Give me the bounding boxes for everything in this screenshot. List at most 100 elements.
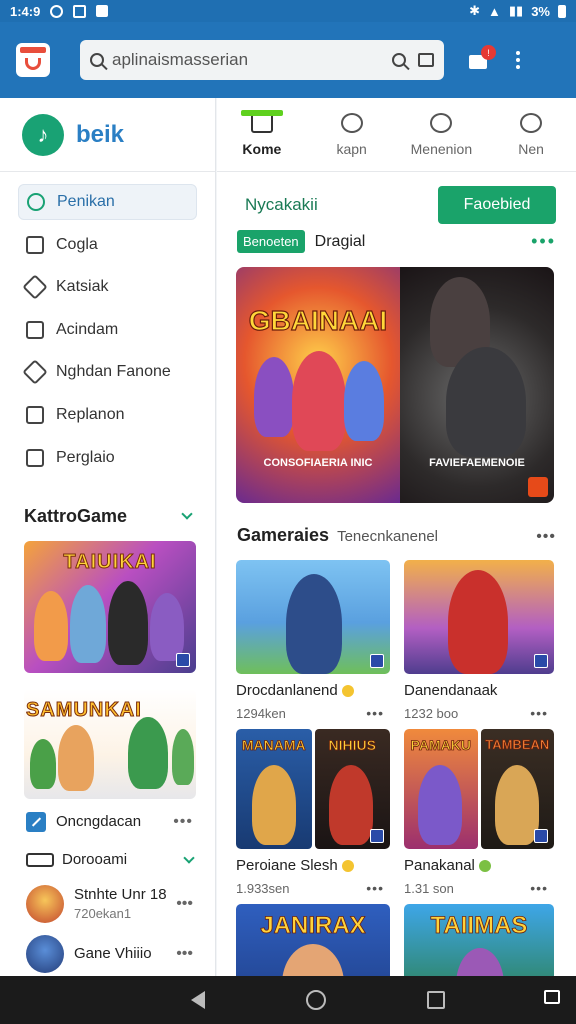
recents-icon[interactable]: [427, 991, 446, 1009]
lock-icon[interactable]: [544, 990, 560, 1004]
more-options-icon[interactable]: •••: [530, 880, 548, 896]
character-image: [30, 738, 56, 789]
game-card[interactable]: PAMAKU TAMBEAN Panakanal 1.31 son •••: [404, 729, 554, 896]
sidebar-item-nghdan-fanone[interactable]: Nghdan Fanone: [18, 354, 197, 390]
more-options-icon[interactable]: •••: [536, 528, 556, 546]
sidebar-row[interactable]: Oncngdacan •••: [0, 807, 215, 837]
friend-item[interactable]: Stnhte Unr 18 720ekan1 •••: [0, 884, 215, 923]
search-placeholder: aplinaismasserian: [112, 50, 249, 69]
game-thumbnail: [404, 560, 554, 674]
sidebar-row[interactable]: Dorooami: [0, 845, 215, 875]
game-thumbnail: MANAMA NIHIUS: [236, 729, 390, 849]
shopping-bag-icon[interactable]: [16, 43, 50, 77]
verified-icon: [341, 684, 354, 697]
battery-level: 3%: [531, 3, 550, 19]
more-options-icon[interactable]: •••: [531, 231, 556, 252]
home-button-icon[interactable]: [305, 990, 326, 1010]
music-note-icon: ♪: [22, 113, 64, 156]
art-title: TAIIMAS: [430, 912, 528, 940]
friend-name: Stnhte Unr 18: [74, 886, 167, 904]
more-options-icon[interactable]: •••: [366, 880, 384, 896]
character-image: [108, 580, 148, 665]
game-art-left: MANAMA: [236, 729, 312, 849]
side-game-card[interactable]: SAMUNKAI: [24, 688, 196, 799]
game-card[interactable]: Drocdanlanend 1294ken •••: [236, 560, 390, 721]
sidebar-item-acindam[interactable]: Acindam: [18, 312, 197, 348]
side-game-card[interactable]: TAIUIKAI: [24, 540, 196, 673]
featured-banner[interactable]: GBAINAAI CONSOFIAERIA INIC FAVIEFAEMENOI…: [236, 267, 554, 503]
character-image: [128, 716, 168, 789]
game-thumbnail: [236, 560, 390, 674]
game-art-right: TAMBEAN: [480, 729, 554, 849]
game-card[interactable]: TAIIMAS: [404, 904, 554, 976]
platform-badge: [370, 829, 384, 843]
banner-caption-left: CONSOFIAERIA INIC: [263, 457, 373, 469]
sidebar-item-penikan[interactable]: Penikan: [18, 184, 197, 220]
game-title: Panakanal: [404, 857, 475, 874]
more-options-icon[interactable]: •••: [366, 705, 384, 721]
search-input[interactable]: aplinaismasserian: [80, 40, 444, 80]
search-submit-icon[interactable]: [392, 53, 406, 67]
featured-tag[interactable]: Benoeten: [237, 230, 305, 253]
character-image: [254, 357, 294, 437]
game-thumbnail: PAMAKU TAMBEAN: [404, 729, 554, 849]
featured-tag-row: Benoeten Dragial •••: [217, 224, 576, 253]
notifications-button[interactable]: !: [468, 45, 496, 71]
featured-button[interactable]: Faoebied: [438, 186, 556, 224]
tab-home[interactable]: Kome: [217, 98, 307, 171]
system-nav-bar: [0, 976, 576, 1024]
game-card[interactable]: Danendanaak 1232 boo •••: [404, 560, 554, 721]
tab-menenion[interactable]: Menenion: [397, 98, 487, 171]
brand[interactable]: ♪ beik: [0, 98, 215, 172]
friend-status: 720ekan1: [74, 906, 132, 922]
sidebar-item-katsiak[interactable]: Katsiak: [18, 269, 197, 305]
banner-image-left: GBAINAAI CONSOFIAERIA INIC: [236, 267, 400, 503]
expand-icon[interactable]: [528, 477, 548, 497]
sidebar-item-perglaio[interactable]: Perglaio: [18, 440, 197, 476]
character-image: [286, 574, 342, 674]
tab-kapn[interactable]: kapn: [307, 98, 397, 171]
games-section-header: Gameraies Tenecnkanenel •••: [217, 503, 576, 546]
main-content: Kome kapn Menenion Nen Nycakakii Faoebie…: [217, 98, 576, 976]
art-title: NIHIUS: [328, 737, 376, 754]
info-icon: [340, 112, 363, 133]
status-bar: 1:4:9 ✱ ▲ ▮▮ 3%: [0, 0, 576, 22]
back-icon[interactable]: [190, 991, 205, 1009]
game-card[interactable]: JANIRAX: [236, 904, 390, 976]
accessibility-icon: [73, 4, 87, 18]
art-title: MANAMA: [241, 737, 306, 754]
battery-icon: [558, 4, 566, 18]
voice-search-icon[interactable]: [418, 53, 434, 67]
more-options-icon[interactable]: •••: [530, 705, 548, 721]
game-title: Drocdanlanend: [236, 682, 338, 699]
sidebar-section-header[interactable]: KattroGame: [0, 506, 215, 527]
character-image: [448, 570, 508, 674]
friend-item[interactable]: Gane Vhiiio •••: [0, 934, 215, 973]
games-grid: Drocdanlanend 1294ken ••• Danendanaak 123…: [217, 546, 576, 976]
wifi-icon: ▲: [488, 3, 501, 19]
character-image: [58, 724, 94, 791]
character-image: [344, 361, 384, 441]
keyboard-icon: [26, 852, 54, 867]
game-art-right: NIHIUS: [314, 729, 390, 849]
game-size: 1232 boo: [404, 705, 459, 721]
tag-icon: [22, 274, 48, 300]
sidebar-item-replanon[interactable]: Replanon: [18, 397, 197, 433]
clock: 1:4:9: [10, 3, 41, 19]
platform-badge: [370, 654, 384, 668]
more-options-icon[interactable]: [516, 51, 520, 69]
character-image: [494, 765, 539, 845]
more-options-icon[interactable]: •••: [176, 895, 193, 913]
camera-icon: [26, 320, 44, 339]
tab-nen[interactable]: Nen: [486, 98, 576, 171]
character-image: [328, 765, 373, 845]
game-card[interactable]: MANAMA NIHIUS Peroiane Slesh 1.933sen •••: [236, 729, 390, 896]
sidebar-item-cogla[interactable]: Cogla: [18, 227, 197, 263]
more-options-icon[interactable]: •••: [176, 945, 193, 963]
character-image: [456, 948, 504, 976]
row-label: Oncngdacan: [56, 813, 142, 831]
character-image: [446, 347, 526, 457]
tab-label: kapn: [336, 140, 367, 157]
more-options-icon[interactable]: •••: [173, 813, 193, 831]
game-title: Peroiane Slesh: [236, 857, 338, 874]
